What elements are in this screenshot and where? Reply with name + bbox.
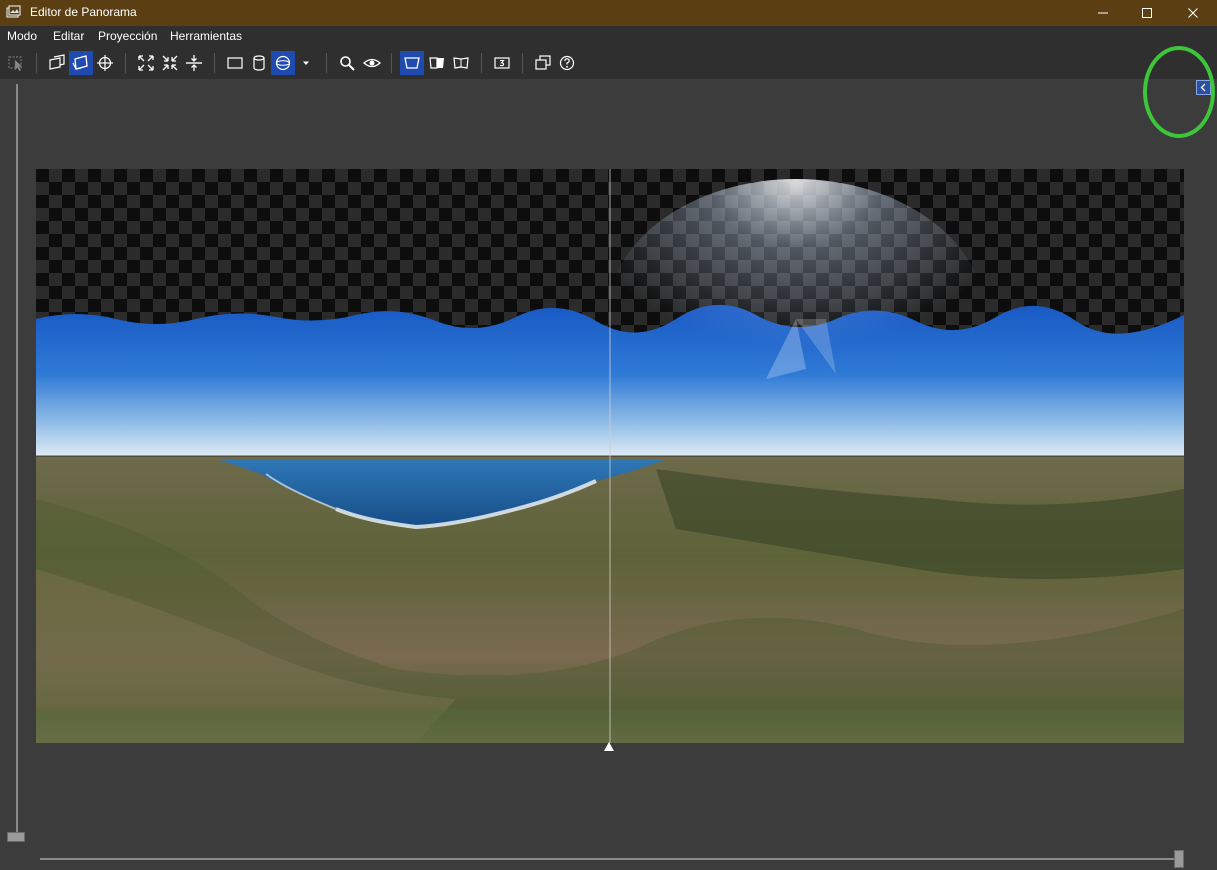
- straighten-icon: [186, 55, 202, 71]
- cursor-select-icon: [8, 56, 23, 72]
- panorama-preview[interactable]: [36, 169, 1184, 743]
- maximize-button[interactable]: [1124, 0, 1170, 26]
- expand-arrows-icon: [138, 55, 154, 71]
- maximize-icon: [1142, 8, 1152, 18]
- layout-open-button[interactable]: [449, 51, 473, 75]
- minimize-icon: [1098, 12, 1108, 14]
- fit-tool-button[interactable]: [134, 51, 158, 75]
- select-tool-button[interactable]: [4, 51, 28, 75]
- menu-modo[interactable]: Modo: [7, 29, 37, 43]
- straighten-tool-button[interactable]: [182, 51, 206, 75]
- rectangle-icon: [227, 57, 243, 69]
- collapse-arrows-icon: [162, 55, 178, 71]
- title-bar: Editor de Panorama: [0, 0, 1217, 26]
- menu-proyeccion[interactable]: Proyección: [98, 29, 157, 43]
- overlap-images-icon: [49, 54, 65, 70]
- menu-herramientas[interactable]: Herramientas: [170, 29, 242, 43]
- panorama-frame-icon: [404, 57, 420, 69]
- app-icon: [6, 5, 21, 18]
- window-title: Editor de Panorama: [30, 5, 137, 19]
- half-frame-icon: [429, 57, 444, 69]
- stacked-windows-icon: [535, 55, 551, 70]
- eye-icon: [363, 58, 381, 68]
- projection-dropdown-button[interactable]: [296, 51, 316, 75]
- preview-tool-button[interactable]: [45, 51, 69, 75]
- zoom-tool-button[interactable]: [335, 51, 359, 75]
- view-tool-button[interactable]: [360, 51, 384, 75]
- windows-tool-button[interactable]: [531, 51, 555, 75]
- crosshair-icon: [97, 55, 113, 71]
- toolbar: [0, 47, 1217, 79]
- cylindrical-projection-button[interactable]: [247, 51, 271, 75]
- help-button[interactable]: [555, 51, 579, 75]
- three-d-tool-button[interactable]: [490, 51, 514, 75]
- horizontal-fov-slider-track[interactable]: [40, 858, 1180, 860]
- shrink-tool-button[interactable]: [158, 51, 182, 75]
- menu-bar: Modo Editar Proyección Herramientas: [0, 26, 1217, 47]
- menu-editar[interactable]: Editar: [53, 29, 84, 43]
- layout-full-button[interactable]: [400, 51, 424, 75]
- close-icon: [1188, 8, 1198, 18]
- vertical-fov-slider-handle[interactable]: [7, 832, 25, 842]
- center-tool-button[interactable]: [93, 51, 117, 75]
- layers-3-icon: [494, 57, 510, 69]
- minimize-button[interactable]: [1080, 0, 1126, 26]
- panorama-image: [36, 169, 1184, 743]
- rectilinear-projection-button[interactable]: [223, 51, 247, 75]
- layout-half-button[interactable]: [425, 51, 449, 75]
- spherical-projection-button[interactable]: [271, 51, 295, 75]
- drag-image-icon: [72, 55, 88, 70]
- help-icon: [559, 55, 575, 71]
- sphere-icon: [275, 55, 291, 71]
- center-marker-icon[interactable]: [604, 742, 614, 751]
- caret-down-icon: [303, 61, 309, 65]
- open-book-icon: [453, 57, 469, 69]
- vertical-fov-slider-track[interactable]: [16, 84, 18, 834]
- drag-tool-button[interactable]: [69, 51, 93, 75]
- cylinder-icon: [253, 55, 265, 71]
- highlight-circle-annotation: [1143, 46, 1215, 138]
- horizontal-fov-slider-handle[interactable]: [1174, 850, 1184, 868]
- search-icon: [340, 56, 355, 71]
- close-button[interactable]: [1170, 0, 1216, 26]
